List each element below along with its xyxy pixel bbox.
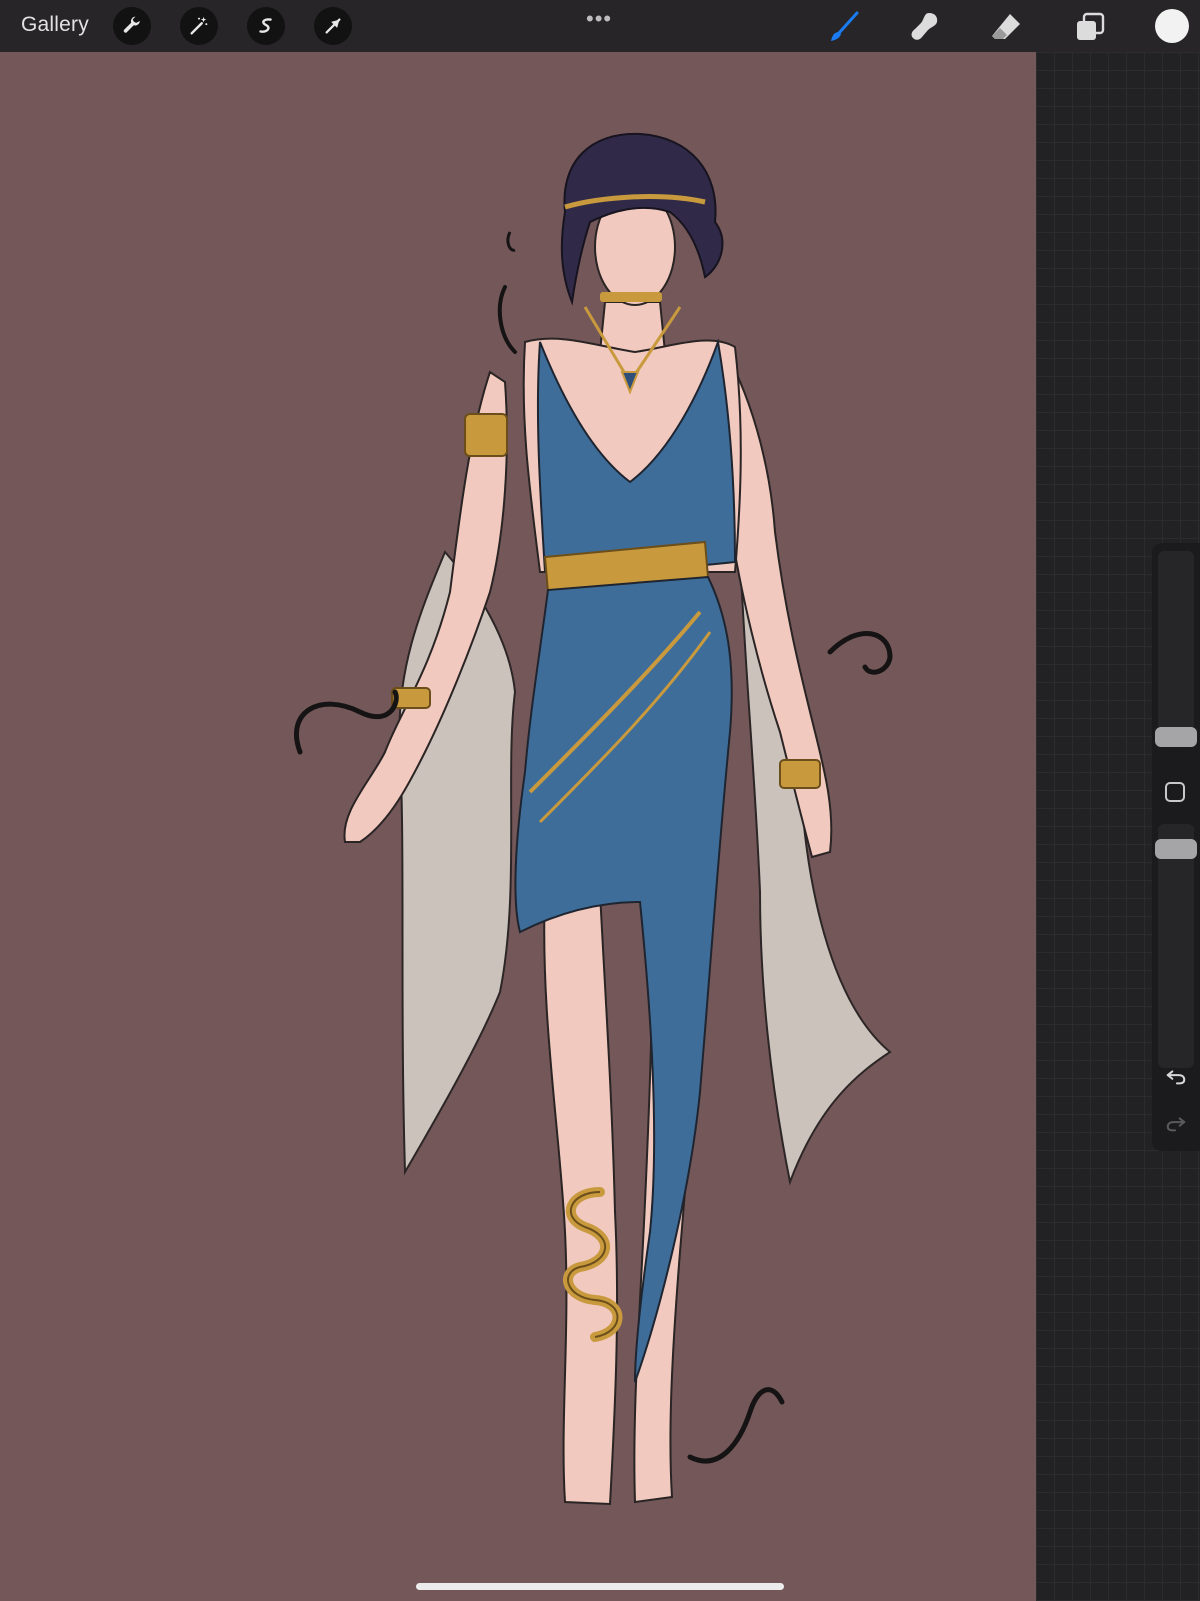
character-sketch-artwork [293, 132, 893, 1506]
adjustments-button[interactable] [180, 7, 218, 45]
gallery-button[interactable]: Gallery [21, 13, 89, 37]
smudge-icon [911, 13, 938, 40]
transform-arrow-icon [325, 18, 341, 34]
paint-tool-button[interactable] [825, 8, 863, 46]
actions-button[interactable] [113, 7, 151, 45]
brush-icon [831, 11, 859, 41]
procreate-app: Gallery ••• [0, 0, 1200, 1601]
eraser-icon [992, 14, 1020, 39]
eraser-tool-button[interactable] [987, 8, 1025, 46]
brush-size-thumb[interactable] [1155, 727, 1197, 747]
color-picker-swatch[interactable] [1155, 9, 1189, 43]
layers-button[interactable] [1071, 8, 1109, 46]
undo-icon [1166, 1070, 1186, 1085]
transform-button[interactable] [314, 7, 352, 45]
drawing-canvas[interactable] [0, 52, 1036, 1601]
brush-size-slider[interactable] [1155, 551, 1197, 747]
magic-wand-icon [190, 16, 208, 35]
wrench-icon [123, 16, 140, 33]
modify-square-icon[interactable] [1165, 782, 1185, 802]
redo-icon [1166, 1117, 1186, 1132]
redo-button[interactable] [1163, 1110, 1189, 1136]
selection-icon [259, 18, 272, 33]
smudge-tool-button[interactable] [905, 8, 943, 46]
opacity-thumb[interactable] [1155, 839, 1197, 859]
layers-icon [1077, 12, 1105, 40]
opacity-slider[interactable] [1155, 824, 1197, 1068]
sidebar-controls [1152, 543, 1200, 1151]
undo-button[interactable] [1163, 1063, 1189, 1089]
home-indicator[interactable] [416, 1583, 784, 1590]
selection-button[interactable] [247, 7, 285, 45]
top-toolbar: Gallery ••• [0, 0, 1200, 52]
more-options-indicator[interactable]: ••• [586, 8, 612, 30]
